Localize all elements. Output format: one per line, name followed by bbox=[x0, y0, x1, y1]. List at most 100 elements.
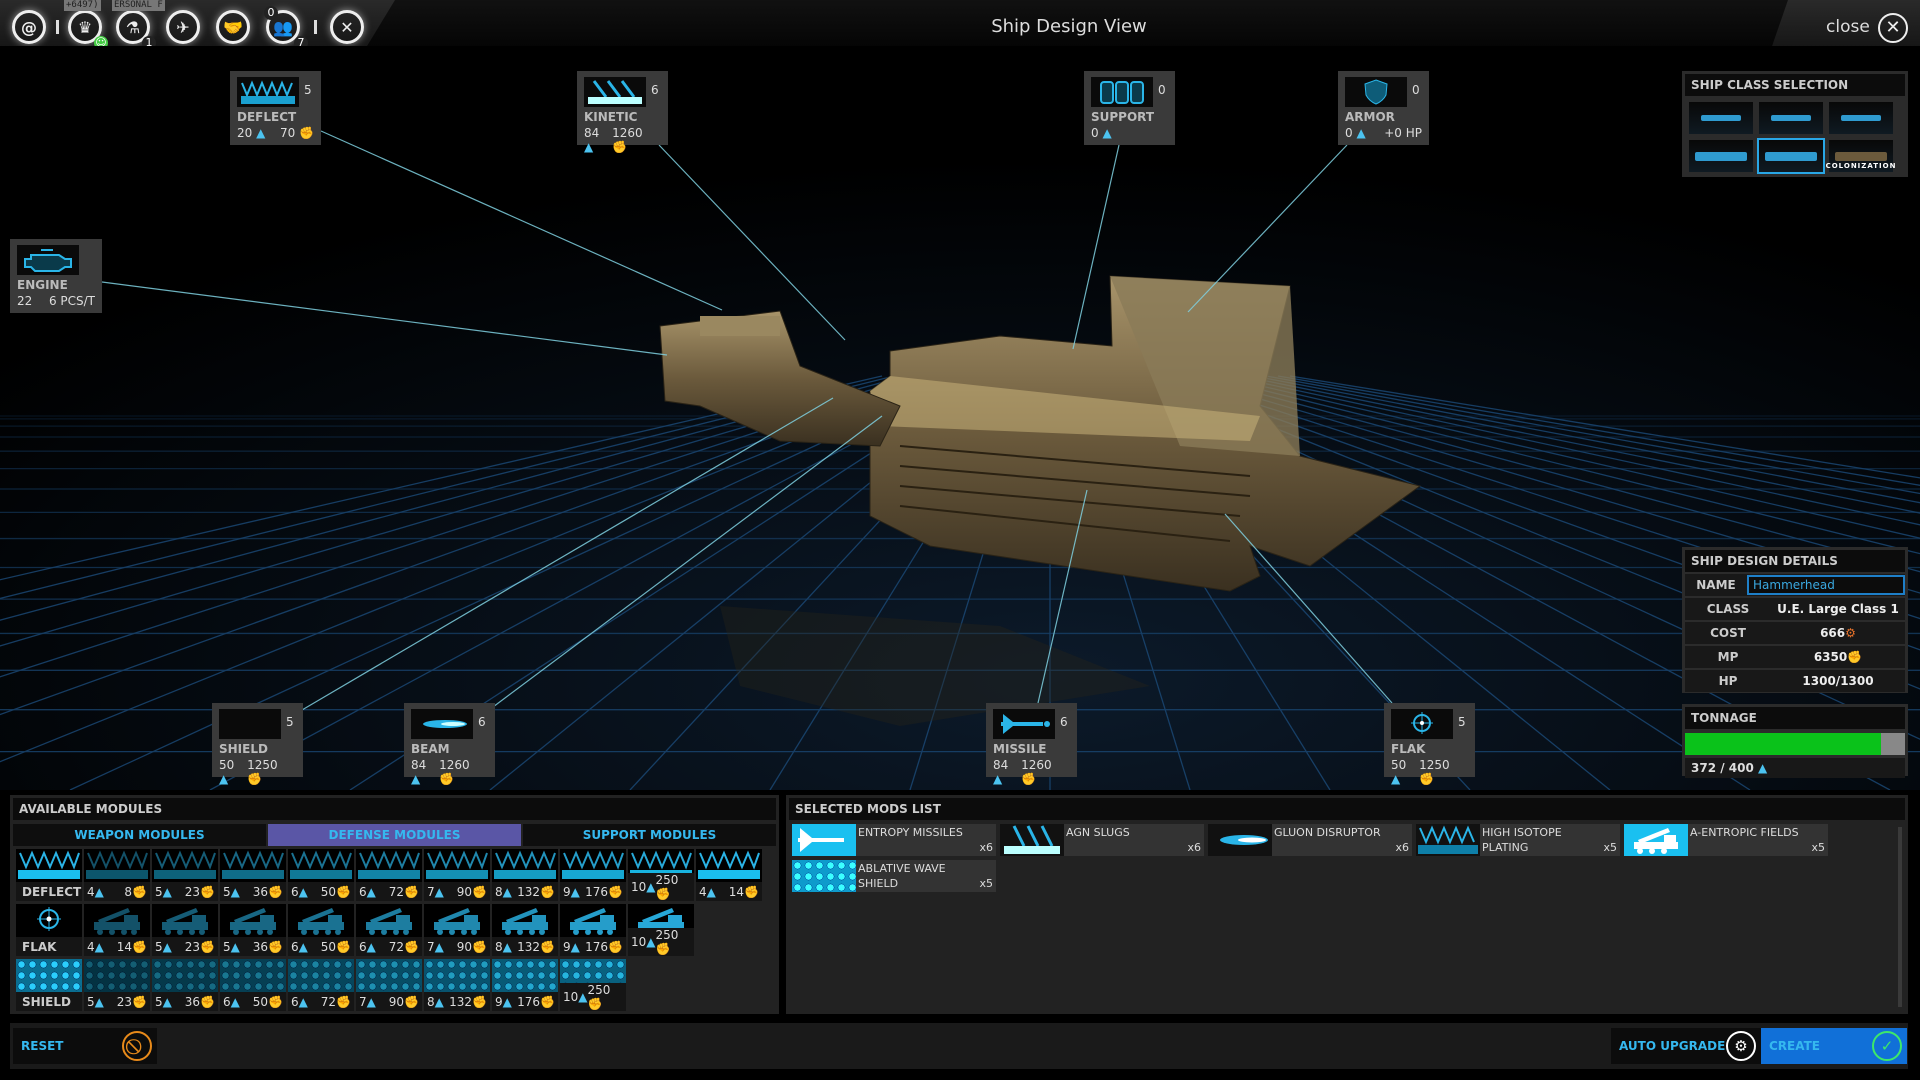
module-card[interactable]: 9▲ 176✊ bbox=[492, 959, 558, 1011]
close-label[interactable]: close bbox=[1826, 17, 1870, 37]
slot-flak[interactable]: 5 FLAK 50 ▲ 1250 ✊ bbox=[1384, 703, 1475, 786]
mp-fist-icon: ✊ bbox=[587, 997, 603, 1011]
module-row-flak: FLAK 4▲ 14✊ 5▲ 23✊ 5▲ 36✊ 6▲ 50✊ 6▲ 72✊ 7▲ 90✊ 8▲ 132✊… bbox=[16, 904, 776, 956]
selected-mod-item[interactable]: HIGH ISOTOPE PLATING x5 bbox=[1416, 824, 1620, 856]
slot-kinetic[interactable]: 6 KINETIC 84 ▲ 1260 ✊ bbox=[577, 71, 668, 154]
slot-armor[interactable]: 0 ARMOR 0 ▲ +0 HP bbox=[1338, 71, 1429, 145]
module-card[interactable]: 6▲ 72✊ bbox=[288, 959, 354, 1011]
shield-module-icon bbox=[492, 959, 558, 992]
ship-class-option[interactable] bbox=[1829, 102, 1893, 134]
mp-fist-icon: ✊ bbox=[200, 994, 215, 1009]
module-mp: 72 bbox=[388, 939, 405, 954]
selected-mod-name: ENTROPY MISSILES bbox=[858, 826, 963, 839]
tab-defense-modules[interactable]: DEFENSE MODULES bbox=[268, 824, 521, 846]
module-card[interactable]: 7▲ 90✊ bbox=[356, 959, 422, 1011]
slot-engine[interactable]: ENGINE 22 6 PCS/T bbox=[10, 239, 102, 313]
module-card[interactable]: 7▲ 90✊ bbox=[424, 849, 490, 901]
ship-class-option[interactable] bbox=[1689, 102, 1753, 134]
module-card[interactable]: 6▲ 50✊ bbox=[288, 849, 354, 901]
module-card[interactable]: 5▲ 36✊ bbox=[152, 959, 218, 1011]
module-row-shield: SHIELD 5▲ 23✊ 5▲ 36✊ 6▲ 50✊ 6▲ 72✊ 7▲ 90✊ 8▲ 132✊ 9▲ 1… bbox=[16, 959, 776, 1011]
tab-weapon-modules[interactable]: WEAPON MODULES bbox=[13, 824, 266, 846]
slot-support[interactable]: 0 SUPPORT 0 ▲ bbox=[1084, 71, 1175, 145]
ship-viewport[interactable]: 5 DEFLECT 20 ▲ 70 ✊ 6 KINETIC 84 ▲ 1260 ✊ … bbox=[0, 46, 1920, 790]
module-card[interactable]: 4▲ 14✊ bbox=[84, 904, 150, 956]
module-mp: 250 bbox=[587, 983, 611, 997]
module-tonnage: 6 bbox=[291, 994, 299, 1009]
ship-class-option[interactable] bbox=[1689, 140, 1753, 172]
mp-fist-icon: ✊ bbox=[1419, 772, 1435, 786]
mp-fist-icon: ✊ bbox=[200, 939, 215, 954]
mp-row: MP 6350✊ bbox=[1685, 646, 1905, 668]
tonnage-icon: ▲ bbox=[1391, 772, 1401, 786]
reset-button[interactable]: RESET⃠ bbox=[13, 1028, 157, 1064]
module-card[interactable]: 4▲ 14✊ bbox=[696, 849, 762, 901]
cost-row: COST 666⚙ bbox=[1685, 622, 1905, 644]
module-card[interactable]: 8▲ 132✊ bbox=[492, 849, 558, 901]
slot-tonnage: 22 bbox=[17, 294, 33, 308]
slot-tonnage: 20 bbox=[237, 126, 253, 140]
module-card[interactable]: 6▲ 72✊ bbox=[356, 849, 422, 901]
shield-module-icon bbox=[84, 959, 150, 992]
module-card[interactable]: 5▲ 23✊ bbox=[152, 849, 218, 901]
module-tonnage: 5 bbox=[155, 884, 163, 899]
module-tonnage: 6 bbox=[291, 884, 299, 899]
ship-class-option[interactable] bbox=[1759, 102, 1823, 134]
slot-deflect[interactable]: 5 DEFLECT 20 ▲ 70 ✊ bbox=[230, 71, 321, 145]
module-card[interactable]: 5▲ 36✊ bbox=[220, 849, 286, 901]
module-mp: 50 bbox=[252, 994, 269, 1009]
selected-mod-qty: x5 bbox=[1603, 841, 1617, 854]
slot-missile[interactable]: 6 MISSILE 84 ▲ 1260 ✊ bbox=[986, 703, 1077, 786]
module-card[interactable]: 6▲ 50✊ bbox=[288, 904, 354, 956]
selected-mod-name: HIGH ISOTOPE PLATING bbox=[1482, 826, 1562, 854]
ship-class-grid: COLONIZATION bbox=[1685, 96, 1905, 178]
ship-name-input[interactable] bbox=[1747, 575, 1905, 595]
module-mp: 176 bbox=[585, 939, 609, 954]
module-card[interactable]: 8▲ 132✊ bbox=[424, 959, 490, 1011]
create-button[interactable]: CREATE ✓ bbox=[1761, 1028, 1907, 1064]
slot-count: 6 bbox=[478, 715, 486, 729]
deflect-module-icon bbox=[696, 849, 762, 882]
module-card[interactable]: 10▲ 250✊ bbox=[628, 904, 694, 956]
module-card[interactable]: 5▲ 23✊ bbox=[152, 904, 218, 956]
ship-class-option[interactable]: COLONIZATION bbox=[1826, 140, 1895, 172]
ship-thumbnail-icon bbox=[1835, 151, 1887, 161]
module-mp: 72 bbox=[388, 884, 405, 899]
module-card[interactable]: 9▲ 176✊ bbox=[560, 904, 626, 956]
module-card[interactable]: 10▲ 250✊ bbox=[628, 849, 694, 901]
selected-mod-item[interactable]: AGN SLUGS x6 bbox=[1000, 824, 1204, 856]
module-card[interactable]: 6▲ 72✊ bbox=[356, 904, 422, 956]
deflect-module-icon bbox=[288, 849, 354, 882]
deflect-module-icon bbox=[560, 849, 626, 882]
mp-fist-icon: ✊ bbox=[472, 884, 487, 899]
scrollbar[interactable] bbox=[1898, 827, 1902, 1007]
module-tonnage: 8 bbox=[495, 939, 503, 954]
ship-class-option[interactable] bbox=[1757, 138, 1825, 174]
mp-fist-icon: ✊ bbox=[132, 884, 147, 899]
close-button[interactable]: ✕ bbox=[1878, 13, 1908, 43]
selected-mod-item[interactable]: GLUON DISRUPTOR x6 bbox=[1208, 824, 1412, 856]
tab-support-modules[interactable]: SUPPORT MODULES bbox=[523, 824, 776, 846]
module-card[interactable]: 7▲ 90✊ bbox=[424, 904, 490, 956]
slot-beam[interactable]: 6 BEAM 84 ▲ 1260 ✊ bbox=[404, 703, 495, 786]
auto-upgrade-button[interactable]: AUTO UPGRADE ⚙ bbox=[1611, 1028, 1761, 1064]
module-tonnage: 5 bbox=[87, 994, 95, 1009]
module-card[interactable]: 4▲ 8✊ bbox=[84, 849, 150, 901]
hp-label: HP bbox=[1718, 674, 1738, 688]
flak-module-icon bbox=[84, 904, 150, 937]
module-card[interactable]: 6▲ 50✊ bbox=[220, 959, 286, 1011]
selected-mod-item[interactable]: A-ENTROPIC FIELDS x5 bbox=[1624, 824, 1828, 856]
selected-mod-item[interactable]: ABLATIVE WAVE SHIELD x5 bbox=[792, 860, 996, 892]
tonnage-panel: TONNAGE 372 / 400 ▲ bbox=[1682, 704, 1908, 778]
module-card[interactable]: 5▲ 36✊ bbox=[220, 904, 286, 956]
module-card[interactable]: 5▲ 23✊ bbox=[84, 959, 150, 1011]
module-card[interactable]: 9▲ 176✊ bbox=[560, 849, 626, 901]
selected-mod-name: ABLATIVE WAVE SHIELD bbox=[858, 862, 946, 890]
module-card[interactable]: 8▲ 132✊ bbox=[492, 904, 558, 956]
shield-module-icon bbox=[356, 959, 422, 992]
tonnage-icon: ▲ bbox=[298, 994, 308, 1009]
module-card[interactable]: 10▲ 250✊ bbox=[560, 959, 626, 1011]
tonnage-icon: ▲ bbox=[1356, 126, 1366, 140]
slot-shield[interactable]: 5 SHIELD 50 ▲ 1250 ✊ bbox=[212, 703, 303, 786]
selected-mod-item[interactable]: ENTROPY MISSILES x6 bbox=[792, 824, 996, 856]
